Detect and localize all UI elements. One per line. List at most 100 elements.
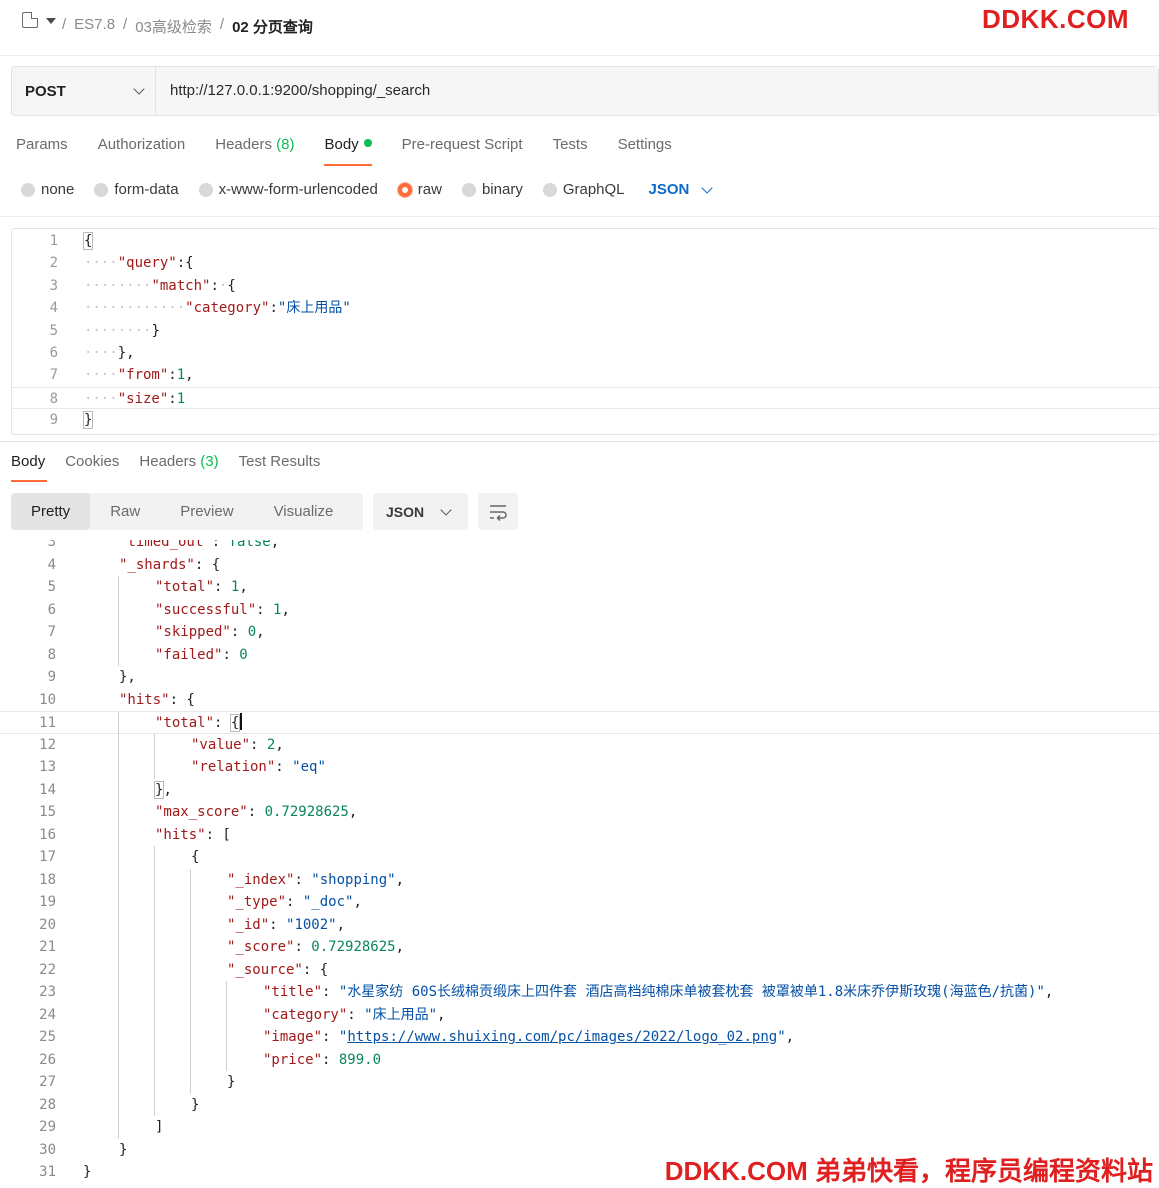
response-code-text: "total": 1, — [155, 579, 248, 595]
format-value: JSON — [386, 503, 425, 520]
code-text: ········} — [84, 322, 160, 339]
view-visualize[interactable]: Visualize — [254, 493, 354, 530]
code-line[interactable]: 6 ····}, — [12, 342, 1159, 364]
response-line: 6 "successful": 1, — [0, 598, 1159, 621]
response-line: 13 "relation": "eq" — [0, 756, 1159, 779]
code-line[interactable]: 1{ — [12, 230, 1159, 252]
indent-guide — [118, 981, 119, 1004]
line-number: 26 — [39, 1051, 56, 1068]
radio-raw[interactable]: raw — [397, 181, 442, 198]
pane-divider[interactable] — [0, 441, 1159, 442]
code-line[interactable]: 7 ····"from":1, — [12, 364, 1159, 386]
radio-circle-icon — [94, 182, 109, 197]
tab-prerequest-script[interactable]: Pre-request Script — [402, 136, 523, 163]
view-pretty[interactable]: Pretty — [11, 493, 91, 530]
response-tab-headers[interactable]: Headers (3) — [139, 453, 218, 480]
tab-headers[interactable]: Headers (8) — [215, 136, 294, 163]
line-number: 19 — [39, 894, 56, 910]
tab-params[interactable]: Params — [16, 136, 68, 163]
code-text: } — [82, 411, 94, 430]
line-number: 18 — [39, 871, 56, 888]
wrap-lines-button[interactable] — [478, 493, 518, 530]
radio-none[interactable]: none — [21, 181, 74, 198]
code-line[interactable]: 9} — [12, 409, 1159, 431]
code-line[interactable]: 2 ····"query":{ — [12, 252, 1159, 274]
radio-circle-icon — [198, 182, 213, 197]
indent-guide — [190, 1003, 191, 1026]
divider — [0, 216, 1159, 217]
radio-label: binary — [481, 181, 523, 198]
code-line[interactable]: 3 ········"match":·{ — [12, 275, 1159, 297]
response-line: 20 "_id": "1002", — [0, 913, 1159, 936]
tab-authorization[interactable]: Authorization — [98, 136, 186, 163]
response-format-select[interactable]: JSON — [373, 493, 468, 530]
line-number: 6 — [49, 345, 58, 361]
radio-circle-icon — [542, 182, 557, 197]
breadcrumb-item-collection[interactable]: ES7.8 — [74, 16, 115, 37]
code-text: { — [82, 232, 94, 250]
indent-guide — [154, 1093, 155, 1116]
wrap-lines-icon — [490, 504, 507, 521]
chevron-down-icon — [440, 503, 452, 516]
indent-guide — [118, 1003, 119, 1026]
radio-graphql[interactable]: GraphQL — [542, 181, 625, 198]
line-number: 9 — [49, 412, 58, 429]
response-code-text: "_id": "1002", — [227, 916, 346, 933]
indent-guide — [190, 1026, 191, 1049]
method-select[interactable]: POST — [12, 67, 156, 115]
response-code-text: "image": "https://www.shuixing.com/pc/im… — [263, 1029, 795, 1045]
response-tab-test-results[interactable]: Test Results — [239, 453, 321, 480]
code-text: ············"category":"床上用品" — [84, 300, 351, 317]
breadcrumb-current-request[interactable]: 02 分页查询 — [232, 16, 313, 37]
line-number: 25 — [39, 1029, 56, 1045]
line-number: 21 — [39, 939, 56, 955]
response-line: 14}, — [0, 778, 1159, 801]
indent-guide — [154, 936, 155, 959]
body-language-select[interactable]: JSON — [649, 181, 714, 198]
code-line[interactable]: 8 ····"size":1 — [12, 386, 1159, 409]
code-text: ····"query":{ — [84, 255, 194, 272]
line-number: 17 — [39, 849, 56, 865]
indent-guide — [190, 891, 191, 914]
line-number: 16 — [39, 826, 56, 843]
code-line[interactable]: 5 ········} — [12, 320, 1159, 342]
tab-tests[interactable]: Tests — [553, 136, 588, 163]
response-body-viewer[interactable]: 3 "timed_out": false, 4 "_shards": {5 "total… — [0, 540, 1159, 1188]
indent-guide — [154, 1026, 155, 1049]
request-body-editor[interactable]: 1{2 ····"query":{3 ········"match":·{4 ····… — [11, 228, 1159, 435]
response-line: 19 "_type": "_doc", — [0, 891, 1159, 914]
url-input[interactable]: http://127.0.0.1:9200/shopping/_search — [156, 67, 1158, 115]
response-tab-cookies[interactable]: Cookies — [65, 453, 119, 480]
tab-settings[interactable]: Settings — [618, 136, 672, 163]
radio-label: x-www-form-urlencoded — [218, 181, 378, 198]
line-number: 3 — [49, 277, 58, 294]
line-number: 9 — [47, 669, 56, 685]
indent-guide — [226, 1003, 227, 1026]
radio-form-data[interactable]: form-data — [94, 181, 179, 198]
code-line[interactable]: 4 ············"category":"床上用品" — [12, 297, 1159, 319]
response-line: 29] — [0, 1116, 1159, 1139]
indent-guide — [118, 712, 119, 735]
line-number: 5 — [47, 579, 56, 595]
breadcrumb-item-folder[interactable]: 03高级检索 — [135, 16, 212, 37]
response-line: 24 "category": "床上用品", — [0, 1003, 1159, 1026]
chevron-down-icon[interactable] — [46, 18, 56, 24]
line-number: 1 — [49, 233, 58, 249]
response-code-text: "price": 899.0 — [263, 1051, 382, 1068]
tab-body[interactable]: Body — [324, 136, 372, 166]
indent-guide — [118, 913, 119, 936]
radio-selected-icon — [397, 182, 412, 197]
line-number: 14 — [39, 781, 56, 798]
radio-binary[interactable]: binary — [461, 181, 523, 198]
line-number: 20 — [39, 916, 56, 933]
indent-guide — [154, 1071, 155, 1094]
body-status-dot — [363, 139, 372, 147]
radio-urlencoded[interactable]: x-www-form-urlencoded — [198, 181, 378, 198]
view-preview[interactable]: Preview — [160, 493, 253, 530]
collection-icon[interactable] — [22, 12, 38, 28]
indent-guide — [154, 913, 155, 936]
view-raw[interactable]: Raw — [90, 493, 160, 530]
response-tab-body[interactable]: Body — [11, 453, 48, 482]
indent-guide — [118, 1048, 119, 1071]
indent-guide — [190, 1071, 191, 1094]
